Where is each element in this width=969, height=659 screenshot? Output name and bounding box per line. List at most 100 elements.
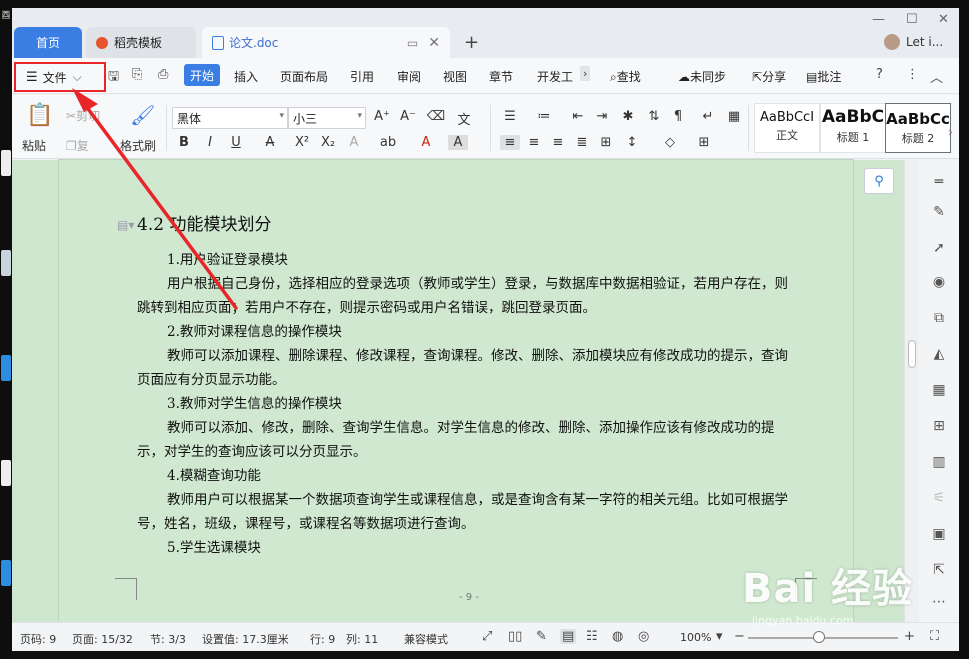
pin-window-icon[interactable]: ▭ bbox=[407, 36, 418, 50]
more-tabs-icon[interactable]: › bbox=[580, 66, 591, 81]
print-icon[interactable]: ⎙ bbox=[158, 67, 168, 82]
tab-view[interactable]: 视图 bbox=[443, 68, 467, 85]
gallery-icon[interactable]: ▣ bbox=[925, 526, 953, 542]
badge-icon[interactable]: ◉ bbox=[925, 274, 953, 290]
font-size-select[interactable]: 小三 ▾ bbox=[288, 107, 366, 129]
save-icon[interactable]: 🖫 bbox=[108, 67, 119, 89]
highlight-icon[interactable]: ab bbox=[378, 135, 398, 150]
style-heading-1[interactable]: AaBbC 标题 1 bbox=[820, 103, 886, 153]
char-shading-icon[interactable]: A bbox=[448, 135, 468, 150]
font-color-icon[interactable]: A bbox=[416, 135, 436, 150]
desktop-icon[interactable] bbox=[1, 250, 11, 276]
sort-icon[interactable]: ⇅ bbox=[644, 109, 664, 124]
distributed-icon[interactable]: ⊞ bbox=[596, 135, 616, 150]
paste-button[interactable]: 粘贴 bbox=[22, 137, 46, 154]
sync-status[interactable]: ☁未同步 bbox=[678, 68, 726, 85]
pointer-icon[interactable]: ➚ bbox=[925, 240, 953, 256]
document-area[interactable]: ▤▾ 4.2 功能模块划分 1.用户验证登录模块 用户根据自己身份，选择相应的登录… bbox=[12, 160, 904, 622]
tab-developer[interactable]: 开发工 bbox=[537, 68, 573, 85]
status-col[interactable]: 列: 11 bbox=[346, 631, 378, 647]
bold-icon[interactable]: B bbox=[174, 135, 194, 150]
superscript-icon[interactable]: X² bbox=[292, 135, 312, 150]
chart-icon[interactable]: ▥ bbox=[925, 454, 953, 470]
more-side-icon[interactable]: ⋯ bbox=[925, 594, 953, 610]
strikethrough-icon[interactable]: A bbox=[260, 135, 280, 150]
web-view-icon[interactable]: ◍ bbox=[612, 629, 623, 644]
align-center-icon[interactable]: ≡ bbox=[524, 135, 544, 150]
status-page-code[interactable]: 页码: 9 bbox=[20, 631, 56, 647]
fullscreen-icon[interactable]: ⤢ bbox=[482, 629, 492, 644]
tab-template[interactable]: 稻壳模板 bbox=[86, 27, 196, 58]
decrease-indent-icon[interactable]: ⇤ bbox=[568, 109, 588, 124]
fit-page-icon[interactable]: ⛶ bbox=[930, 629, 939, 644]
close-window-icon[interactable]: ✕ bbox=[938, 12, 949, 27]
user-account[interactable]: Let i... bbox=[884, 34, 943, 50]
file-menu-button[interactable]: ☰ 文件 ⌵ bbox=[14, 62, 106, 92]
zoom-level[interactable]: 100% bbox=[680, 631, 711, 644]
apps-icon[interactable]: ⊞ bbox=[925, 418, 953, 434]
write-mode-icon[interactable]: ✎ bbox=[536, 629, 547, 644]
tab-document[interactable]: 论文.doc ▭ ✕ bbox=[202, 27, 450, 58]
subscript-icon[interactable]: X₂ bbox=[318, 135, 338, 150]
shapes-icon[interactable]: ⧉ bbox=[925, 310, 953, 326]
eye-protect-icon[interactable]: ◎ bbox=[638, 629, 649, 644]
document-page[interactable]: ▤▾ 4.2 功能模块划分 1.用户验证登录模块 用户根据自己身份，选择相应的登录… bbox=[59, 160, 853, 622]
tab-references[interactable]: 引用 bbox=[350, 68, 374, 85]
vertical-scrollbar[interactable] bbox=[905, 160, 919, 622]
desktop-icon[interactable] bbox=[1, 560, 11, 586]
clear-format-icon[interactable]: ⌫ bbox=[426, 109, 446, 124]
copy-button[interactable]: ❐复 bbox=[66, 137, 89, 154]
bullet-list-icon[interactable]: ☰ bbox=[500, 109, 520, 124]
cut-button[interactable]: ✂剪切 bbox=[66, 107, 100, 124]
settings-sliders-icon[interactable]: ⚟ bbox=[925, 490, 953, 506]
layers-icon[interactable]: ◭ bbox=[925, 346, 953, 362]
new-tab-icon[interactable]: + bbox=[464, 32, 479, 53]
justify-icon[interactable]: ≣ bbox=[572, 135, 592, 150]
tab-home[interactable]: 首页 bbox=[14, 27, 82, 58]
numbered-list-icon[interactable]: ≔ bbox=[534, 109, 554, 124]
format-painter-icon[interactable]: 🖌 bbox=[130, 103, 155, 127]
styles-more-icon[interactable]: › bbox=[948, 125, 953, 139]
font-name-select[interactable]: 黑体 ▾ bbox=[172, 107, 288, 129]
borders-icon[interactable]: ⊞ bbox=[694, 135, 714, 150]
desktop-icon[interactable] bbox=[1, 355, 11, 381]
align-right-icon[interactable]: ≡ bbox=[548, 135, 568, 150]
search-button[interactable]: ⌕查找 bbox=[610, 68, 641, 85]
zoom-slider-handle[interactable] bbox=[812, 631, 825, 643]
close-tab-icon[interactable]: ✕ bbox=[428, 35, 440, 51]
tab-chapter[interactable]: 章节 bbox=[489, 68, 513, 85]
desktop-icon[interactable] bbox=[1, 150, 11, 176]
paste-icon[interactable]: 📋 bbox=[26, 103, 53, 128]
zoom-out-icon[interactable]: − bbox=[734, 629, 745, 644]
table-grid-icon[interactable]: ▦ bbox=[925, 382, 953, 398]
status-compat-mode[interactable]: 兼容模式 bbox=[404, 631, 448, 647]
minimize-icon[interactable]: — bbox=[872, 12, 885, 27]
paragraph-nav-icon[interactable]: ▤▾ bbox=[117, 218, 134, 232]
status-row[interactable]: 行: 9 bbox=[310, 631, 335, 647]
comment-button[interactable]: ▤批注 bbox=[806, 68, 841, 85]
tab-review[interactable]: 审阅 bbox=[397, 68, 421, 85]
format-painter-button[interactable]: 格式刷 bbox=[120, 137, 156, 154]
style-heading-2[interactable]: AaBbCc 标题 2 bbox=[885, 103, 951, 153]
tab-insert[interactable]: 插入 bbox=[234, 68, 258, 85]
italic-icon[interactable]: I bbox=[200, 135, 220, 150]
underline-icon[interactable]: U bbox=[226, 135, 246, 150]
text-effect-icon[interactable]: A bbox=[344, 135, 364, 150]
sidebar-collapse-icon[interactable]: ═ bbox=[925, 174, 953, 190]
scrollbar-thumb[interactable] bbox=[908, 340, 916, 368]
show-marks-icon[interactable]: ¶ bbox=[668, 109, 688, 124]
pen-icon[interactable]: ✎ bbox=[925, 204, 953, 220]
location-pin-icon[interactable]: ⚲ bbox=[864, 168, 894, 194]
status-pages[interactable]: 页面: 15/32 bbox=[72, 631, 133, 647]
line-spacing-icon[interactable]: ↕ bbox=[622, 135, 642, 150]
increase-indent-icon[interactable]: ⇥ bbox=[592, 109, 612, 124]
increase-font-icon[interactable]: A⁺ bbox=[372, 109, 392, 124]
shading-icon[interactable]: ◇ bbox=[660, 135, 680, 150]
phonetic-icon[interactable]: 文 bbox=[454, 109, 474, 128]
export-icon[interactable]: ⎘ bbox=[132, 67, 142, 82]
chinese-layout-icon[interactable]: ✱ bbox=[618, 109, 638, 124]
tab-start[interactable]: 开始 bbox=[184, 64, 220, 86]
align-left-icon[interactable]: ≡ bbox=[500, 135, 520, 150]
outline-view-icon[interactable]: ☷ bbox=[586, 629, 598, 644]
para-mark-icon[interactable]: ↵ bbox=[698, 109, 718, 124]
